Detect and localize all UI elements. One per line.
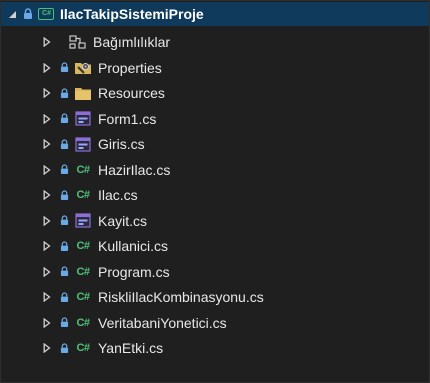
chevron-right-icon[interactable] [41,36,53,48]
tree-item[interactable]: C# Ilac.cs [1,182,429,208]
solution-explorer-tree: C# IlacTakipSistemiProje Bağımlılıklar Pr… [0,0,430,383]
tree-item[interactable]: Giris.cs [1,131,429,157]
lock-icon [59,317,70,329]
winform-icon [74,213,92,229]
lock-icon [59,62,70,74]
csharp-glyph: C# [76,265,90,278]
csharp-glyph: C# [76,189,90,201]
tree-item-label: YanEtki.cs [98,340,164,356]
tree-item-label: Bağımlılıklar [93,34,171,50]
chevron-right-icon[interactable] [41,317,53,329]
lock-icon [59,164,70,176]
tree-item-label: Kullanici.cs [98,238,169,254]
tree-item[interactable]: C# RiskliIlacKombinasyonu.cs [1,284,429,310]
tree-item[interactable]: Kayit.cs [1,208,429,234]
tree-item[interactable]: Form1.cs [1,106,429,132]
tree-item[interactable]: C# YanEtki.cs [1,335,429,361]
chevron-right-icon[interactable] [41,291,53,303]
csharp-file-icon: C# [74,340,92,356]
tree-item-label: Kayit.cs [98,212,148,229]
folder-icon [74,85,92,101]
lock-icon [59,189,70,201]
csharp-project-icon: C# [37,6,55,22]
csharp-glyph: C# [76,163,90,176]
csharp-file-icon: C# [74,264,92,280]
lock-icon [59,138,70,150]
chevron-expanded-icon[interactable] [6,8,18,20]
tree-item-label: HazirIlac.cs [98,161,171,178]
csharp-glyph: C# [76,342,90,354]
csharp-glyph: C# [76,240,90,252]
chevron-right-icon[interactable] [41,62,53,74]
tree-item-label: Resources [98,85,165,101]
csharp-file-icon: C# [74,315,92,331]
tree-item-label: RiskliIlacKombinasyonu.cs [98,289,264,305]
tree-item-label: Form1.cs [98,110,157,127]
csharp-file-icon: C# [74,289,92,305]
winform-icon [74,136,92,152]
lock-icon [59,87,70,99]
tree-item-label: Program.cs [98,263,170,280]
tree-item-label: VeritabaniYonetici.cs [98,314,227,331]
properties-folder-icon [74,60,92,76]
lock-icon [22,8,33,20]
project-root-row[interactable]: C# IlacTakipSistemiProje [1,2,429,26]
lock-icon [59,266,70,278]
tree-item[interactable]: Bağımlılıklar [1,29,429,55]
tree-item[interactable]: Resources [1,80,429,106]
chevron-right-icon[interactable] [41,215,53,227]
tree-item-label: Giris.cs [98,136,145,152]
lock-icon [59,113,70,125]
lock-icon [59,240,70,252]
chevron-right-icon[interactable] [41,266,53,278]
csharp-glyph: C# [76,316,90,329]
chevron-right-icon[interactable] [41,189,53,201]
tree-item[interactable]: C# Kullanici.cs [1,233,429,259]
csharp-file-icon: C# [74,238,92,254]
tree-item-label: Ilac.cs [98,187,138,203]
project-name: IlacTakipSistemiProje [60,6,204,22]
chevron-right-icon[interactable] [41,87,53,99]
chevron-right-icon[interactable] [41,240,53,252]
chevron-right-icon[interactable] [41,164,53,176]
chevron-right-icon[interactable] [41,138,53,150]
lock-icon [59,291,70,303]
tree-item-label: Properties [98,59,162,76]
chevron-right-icon[interactable] [41,342,53,354]
lock-icon [59,215,70,227]
lock-icon [59,342,70,354]
tree-item[interactable]: C# VeritabaniYonetici.cs [1,310,429,336]
tree-item[interactable]: C# Program.cs [1,259,429,285]
csharp-glyph: C# [76,291,90,303]
chevron-right-icon[interactable] [41,113,53,125]
csharp-file-icon: C# [74,187,92,203]
tree-item[interactable]: C# HazirIlac.cs [1,157,429,183]
dependencies-icon [69,34,87,50]
tree-item[interactable]: Properties [1,55,429,81]
csharp-file-icon: C# [74,162,92,178]
winform-icon [74,111,92,127]
